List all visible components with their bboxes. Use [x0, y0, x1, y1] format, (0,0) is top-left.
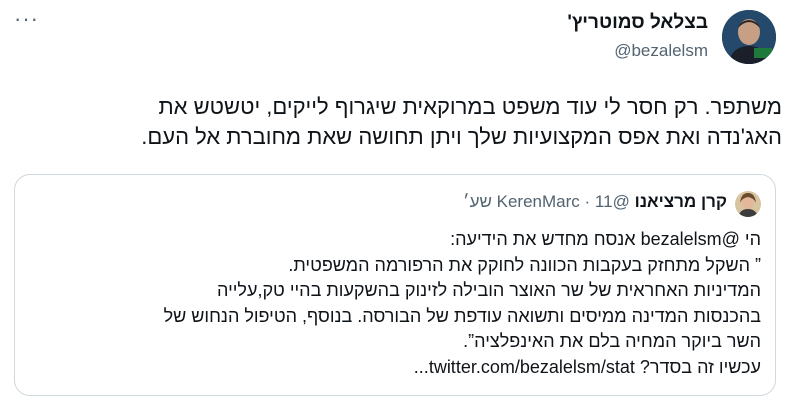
quoted-text-line: השר ביוקר המחיה בלם את האינפלציה”.: [463, 331, 761, 351]
more-options-icon[interactable]: ···: [14, 8, 39, 30]
quoted-text-line: ” השקל מתחזק בעקבות הכוונה לחוקק את הרפו…: [288, 254, 761, 275]
quoted-author-photo: [735, 191, 761, 217]
quoted-author-avatar[interactable]: [735, 191, 761, 217]
quoted-text-line[interactable]: עכשיו זה בסדר? twitter.com/bezalelsm/sta…: [27, 355, 761, 381]
author-name[interactable]: בצלאל סמוטריץ': [567, 12, 708, 34]
separator-dot: ·: [584, 192, 591, 211]
quoted-tweet[interactable]: קרן מרציאנו @KerenMarc · 11 שע׳ הי @beza…: [14, 174, 776, 396]
quoted-tweet-header: קרן מרציאנו @KerenMarc · 11 שע׳: [463, 192, 727, 212]
author-photo: [722, 10, 776, 64]
quoted-author-name[interactable]: קרן מרציאנו: [635, 192, 727, 211]
author-avatar[interactable]: [722, 10, 776, 64]
quoted-text-line: המדיניות האחראית של שר האוצר הובילה לזינ…: [217, 280, 761, 300]
quoted-text-line: בהכנסות המדינה ממיסים ותשואה עודפת של הב…: [163, 305, 761, 326]
quoted-text-line: הי @bezalelsm אנסח מחדש את הידיעה:: [450, 229, 761, 249]
tweet-text-line: משתפר. רק חסר לי עוד משפט במרוקאית שיגרו…: [158, 94, 782, 119]
quoted-tweet-text: הי @bezalelsm אנסח מחדש את הידיעה: ” השק…: [27, 227, 761, 380]
tweet-text-line: האג'נדה ואת אפס המקצועיות שלך ויתן תחושה…: [141, 124, 782, 149]
tweet-text: משתפר. רק חסר לי עוד משפט במרוקאית שיגרו…: [12, 92, 782, 152]
author-handle[interactable]: @bezalelsm: [614, 41, 708, 61]
